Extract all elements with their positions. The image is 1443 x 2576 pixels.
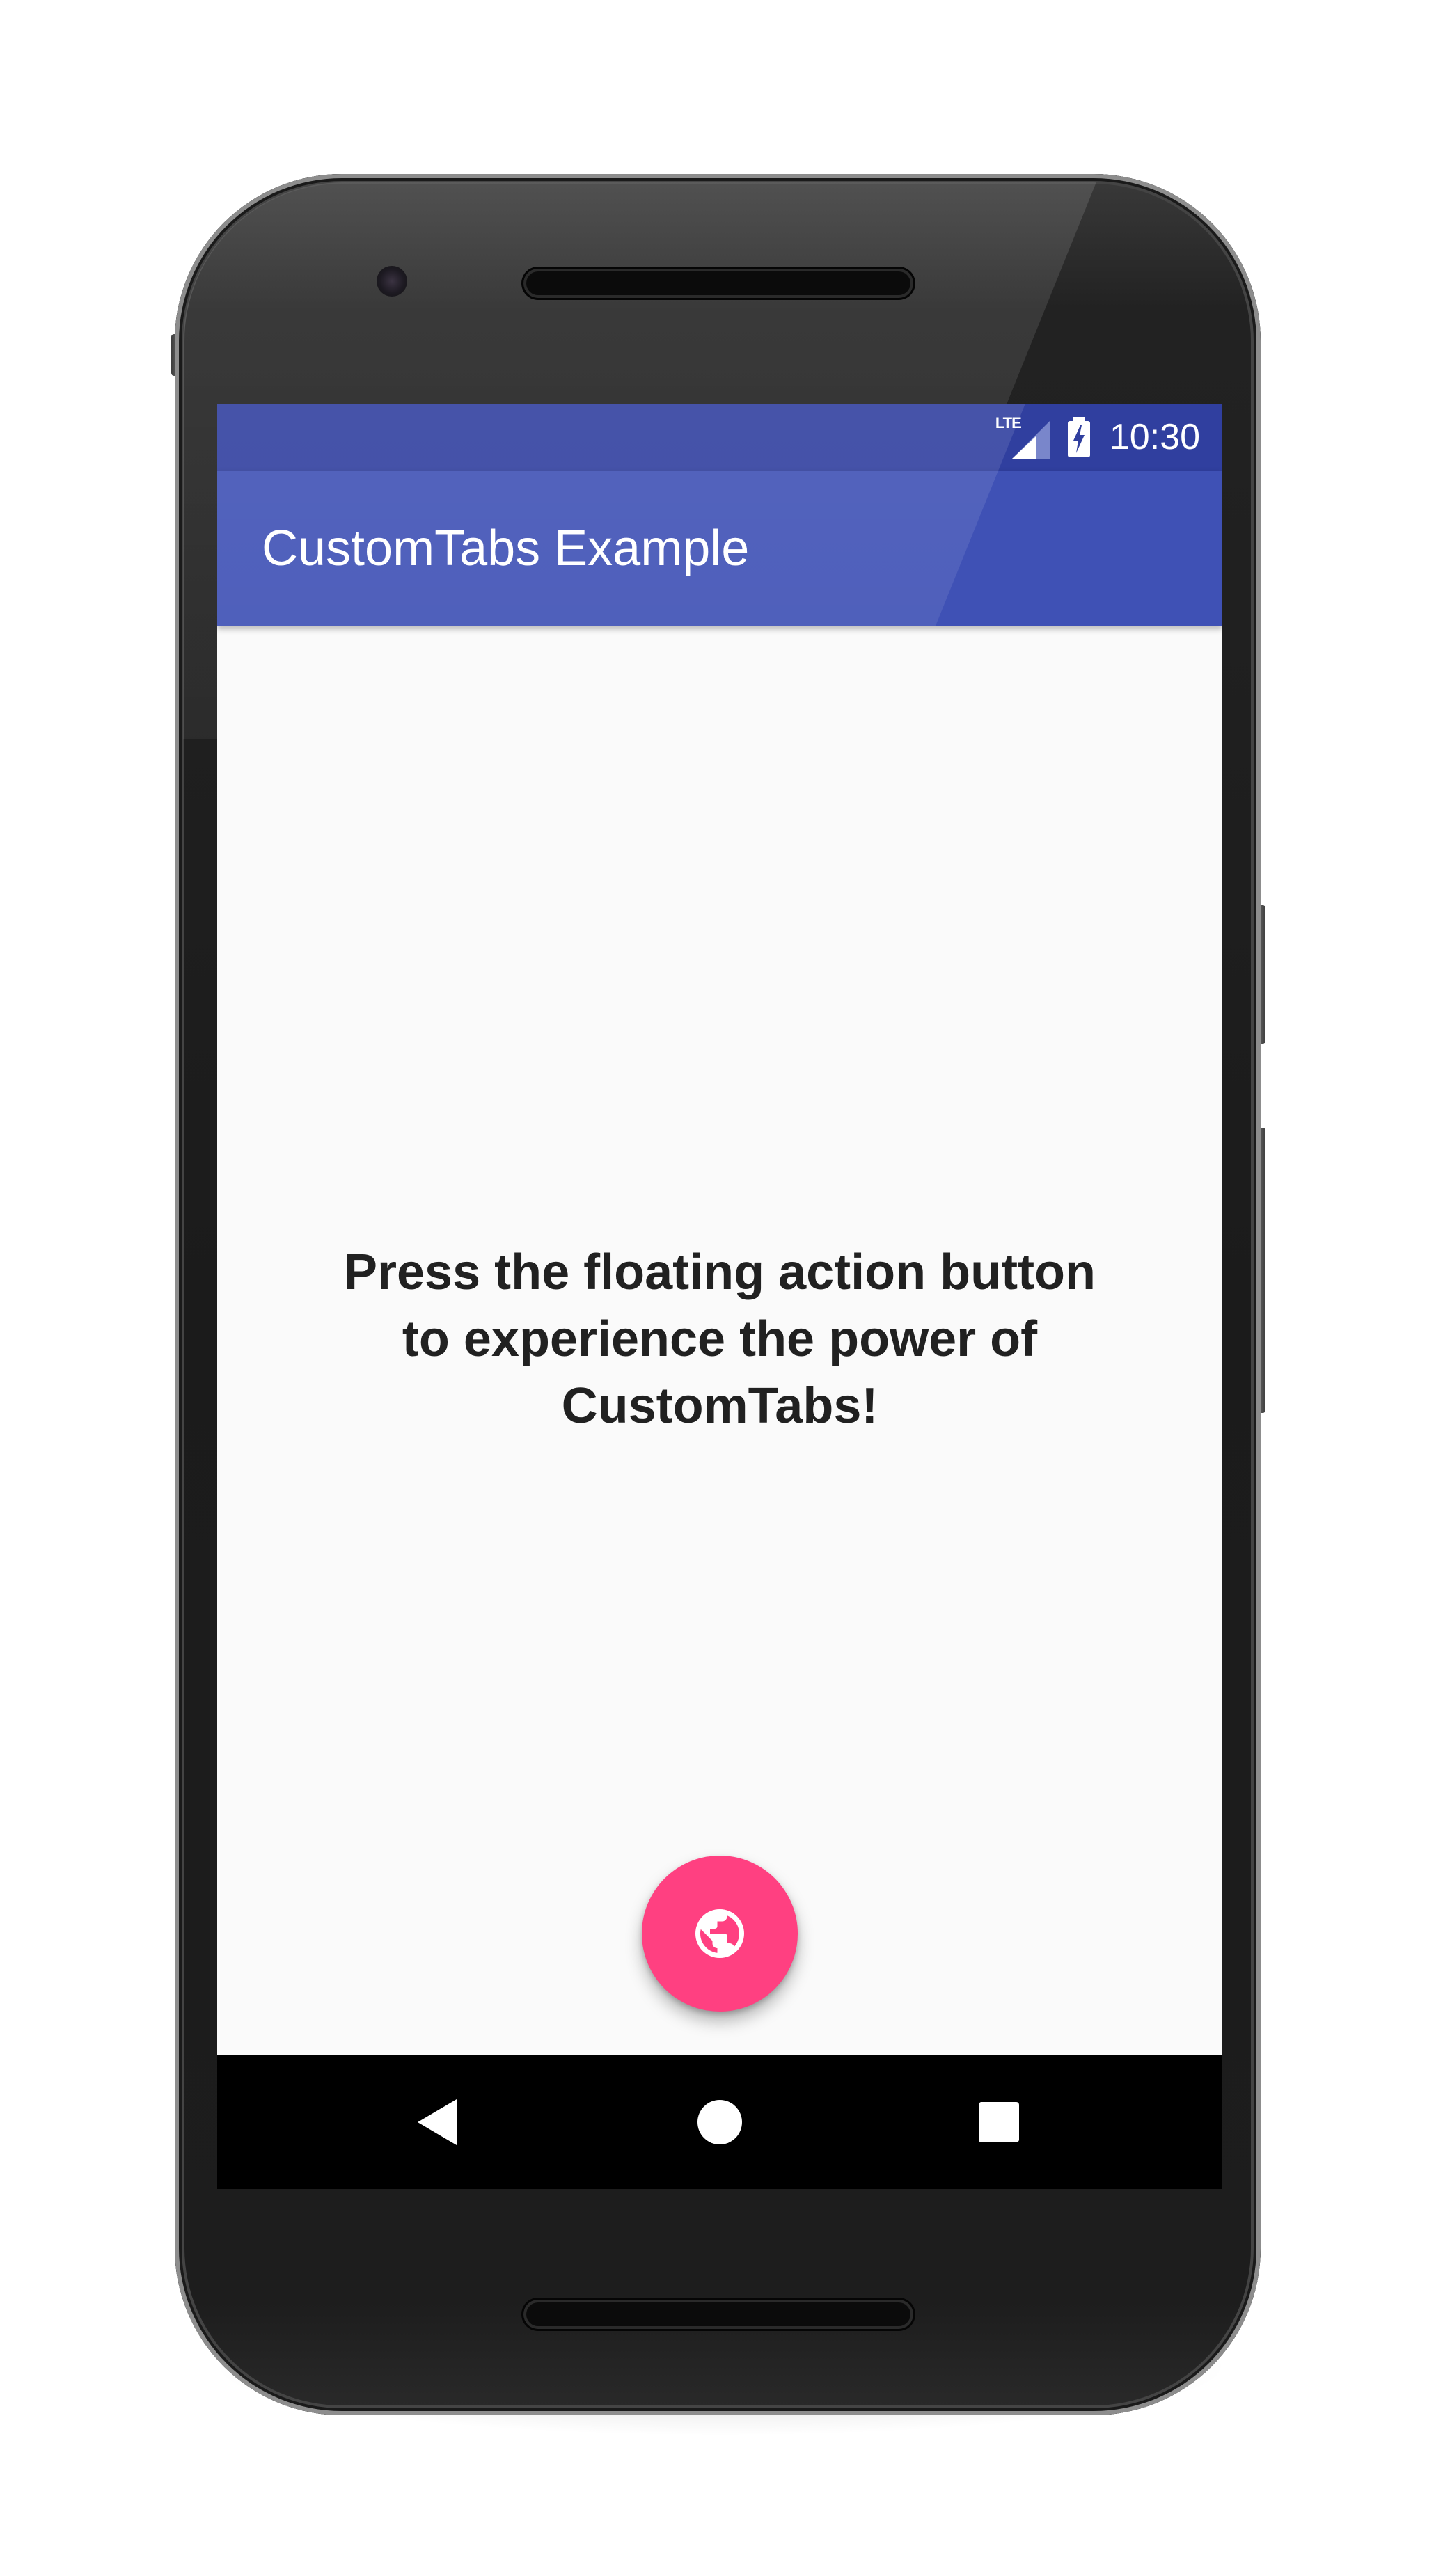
battery-charging-icon xyxy=(1066,416,1091,459)
recents-square-icon xyxy=(979,2102,1019,2142)
home-button[interactable] xyxy=(664,2055,775,2189)
status-icons: LTE 10:30 xyxy=(995,404,1200,471)
device-frame-stage: LTE 10:30 CustomTabs Example Press the f… xyxy=(0,0,1443,2576)
status-time: 10:30 xyxy=(1109,417,1200,457)
top-speaker xyxy=(523,269,913,298)
bottom-speaker xyxy=(523,2300,913,2329)
app-title: CustomTabs Example xyxy=(262,521,750,576)
phone-screen: LTE 10:30 CustomTabs Example Press the f… xyxy=(217,404,1222,2189)
floating-action-button[interactable] xyxy=(642,1856,798,2012)
globe-icon xyxy=(695,1909,744,1958)
front-camera xyxy=(377,266,407,297)
instruction-message: Press the floating action button to expe… xyxy=(343,1244,1096,1434)
back-button[interactable] xyxy=(381,2055,493,2189)
recents-button[interactable] xyxy=(943,2055,1055,2189)
home-circle-icon xyxy=(697,2100,742,2144)
back-triangle-icon xyxy=(418,2099,457,2145)
lte-signal-icon: LTE xyxy=(995,414,1050,459)
navigation-bar xyxy=(217,2055,1222,2189)
status-bar: LTE 10:30 xyxy=(217,404,1222,471)
app-bar: CustomTabs Example xyxy=(217,471,1222,626)
